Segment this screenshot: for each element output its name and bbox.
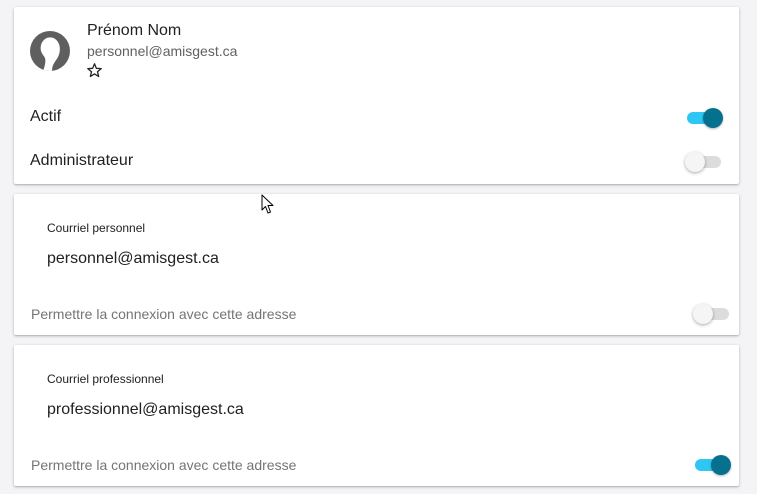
toggle-thumb xyxy=(693,304,713,324)
professional-email-field[interactable]: professionnel@amisgest.ca xyxy=(47,401,244,419)
professional-login-label: Permettre la connexion avec cette adress… xyxy=(31,457,297,473)
professional-email-label: Courriel professionnel xyxy=(47,372,164,386)
personal-login-label: Permettre la connexion avec cette adress… xyxy=(31,306,297,322)
personal-email-field[interactable]: personnel@amisgest.ca xyxy=(47,250,219,268)
professional-login-toggle[interactable] xyxy=(693,455,731,475)
avatar xyxy=(30,31,70,71)
toggle-thumb xyxy=(711,455,731,475)
personal-email-card: Courriel personnel personnel@amisgest.ca… xyxy=(14,194,739,335)
admin-label: Administrateur xyxy=(30,152,134,169)
user-email: personnel@amisgest.ca xyxy=(87,43,238,59)
toggle-thumb xyxy=(685,152,705,172)
personal-login-toggle[interactable] xyxy=(693,304,731,324)
active-toggle[interactable] xyxy=(685,108,723,128)
toggle-thumb xyxy=(703,108,723,128)
user-card: Prénom Nom personnel@amisgest.ca Actif A… xyxy=(14,7,739,184)
active-label: Actif xyxy=(30,108,62,125)
personal-email-label: Courriel personnel xyxy=(47,221,146,235)
admin-toggle[interactable] xyxy=(685,152,723,172)
user-name: Prénom Nom xyxy=(87,22,182,39)
professional-email-card: Courriel professionnel professionnel@ami… xyxy=(14,345,739,486)
user-silhouette-icon xyxy=(40,37,60,71)
star-outline-icon[interactable] xyxy=(86,62,103,79)
